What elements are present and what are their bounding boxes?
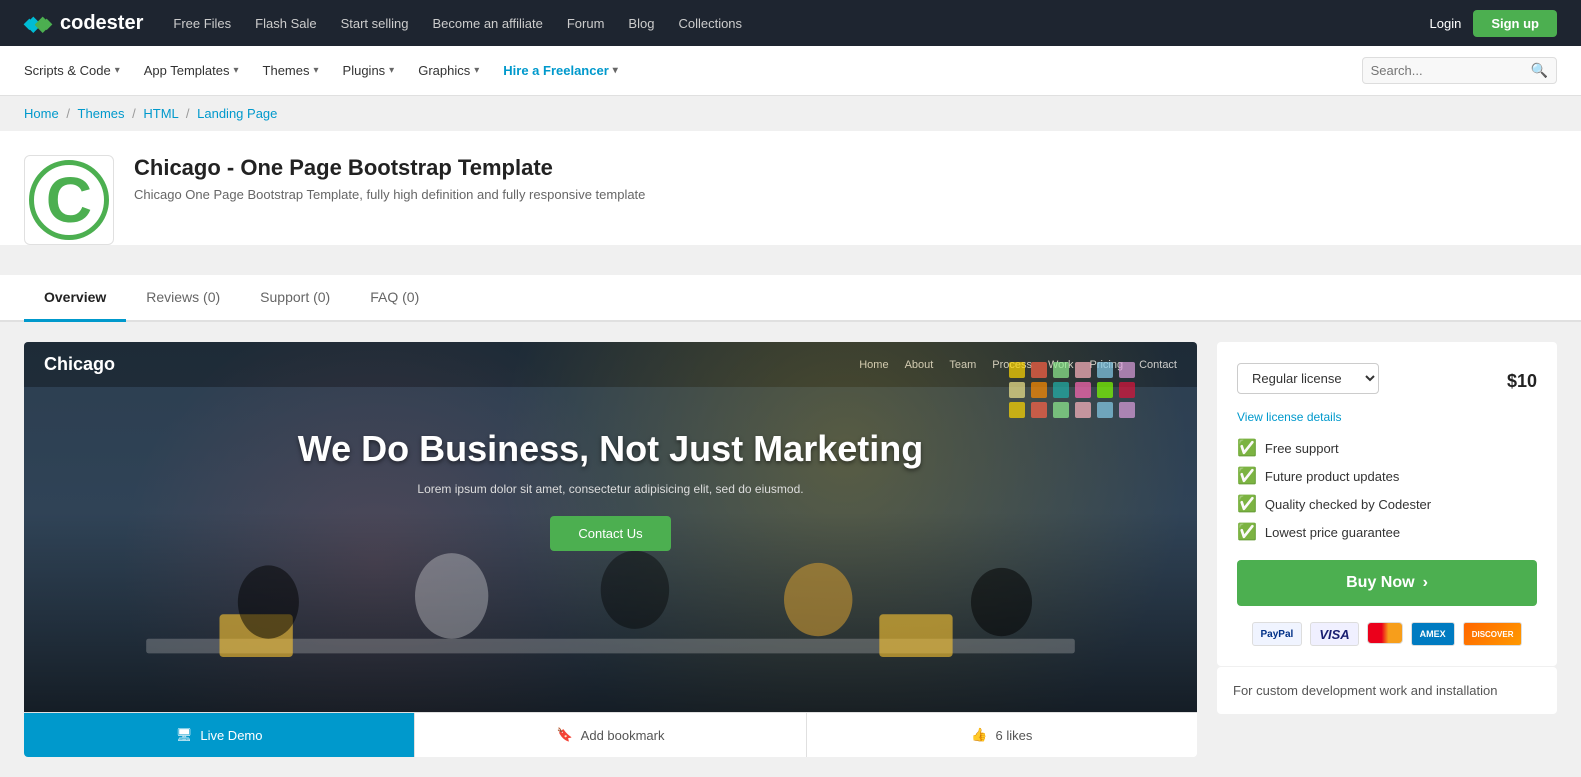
secondary-nav-items: Scripts & Code ▾ App Templates ▾ Themes … [24, 63, 618, 78]
check-icon: ✅ [1237, 494, 1257, 514]
scripts-code-nav[interactable]: Scripts & Code ▾ [24, 63, 120, 78]
arrow-right-icon: › [1423, 574, 1428, 592]
hire-freelancer-nav[interactable]: Hire a Freelancer ▾ [503, 63, 618, 78]
action-bar: 🖥 Live Demo 🔖 Add bookmark 👍 6 likes [24, 712, 1197, 757]
price-symbol: $ [1507, 371, 1517, 391]
preview-link-team: Team [949, 359, 976, 371]
app-templates-nav[interactable]: App Templates ▾ [144, 63, 239, 78]
check-icon: ✅ [1237, 522, 1257, 542]
payment-icons: PayPal VISA AMEX DISCOVER [1237, 622, 1537, 646]
purchase-header: Regular license Extended license $10 [1237, 362, 1537, 394]
preview-hero-title: We Do Business, Not Just Marketing [298, 427, 923, 470]
buy-now-button[interactable]: Buy Now › [1237, 560, 1537, 606]
plugins-nav[interactable]: Plugins ▾ [343, 63, 395, 78]
likes-button[interactable]: 👍 6 likes [807, 713, 1197, 757]
discover-icon: DISCOVER [1463, 622, 1523, 646]
graphics-nav[interactable]: Graphics ▾ [418, 63, 479, 78]
breadcrumb-separator: / [66, 106, 73, 121]
themes-nav[interactable]: Themes ▾ [263, 63, 319, 78]
preview-image: Chicago Home About Team Process Work Pri… [24, 342, 1197, 712]
tab-faq[interactable]: FAQ (0) [350, 275, 439, 322]
custom-dev-text: For custom development work and installa… [1233, 683, 1497, 698]
preview-hero-sub: Lorem ipsum dolor sit amet, consectetur … [417, 482, 803, 496]
features-list: ✅ Free support ✅ Future product updates … [1237, 438, 1537, 542]
visa-icon: VISA [1310, 622, 1358, 646]
check-icon: ✅ [1237, 466, 1257, 486]
search-input[interactable] [1371, 63, 1531, 78]
preview-link-about: About [905, 359, 934, 371]
sidebar: Regular license Extended license $10 Vie… [1217, 342, 1557, 714]
main-content: Chicago Home About Team Process Work Pri… [0, 322, 1581, 777]
preview-hero: We Do Business, Not Just Marketing Lorem… [24, 387, 1197, 591]
logo-icon: ◆◆ [24, 9, 52, 37]
bookmark-button[interactable]: 🔖 Add bookmark [415, 713, 806, 757]
chevron-down-icon: ▾ [474, 65, 479, 76]
preview-link-contact: Contact [1139, 359, 1177, 371]
product-header: C Chicago - One Page Bootstrap Template … [0, 131, 1581, 245]
start-selling-link[interactable]: Start selling [341, 16, 409, 31]
top-bar-right: Login Sign up [1430, 10, 1557, 37]
free-files-link[interactable]: Free Files [173, 16, 231, 31]
blog-link[interactable]: Blog [628, 16, 654, 31]
tab-reviews[interactable]: Reviews (0) [126, 275, 240, 322]
product-title: Chicago - One Page Bootstrap Template [134, 155, 645, 181]
custom-dev-box: For custom development work and installa… [1217, 667, 1557, 714]
breadcrumb-separator: / [132, 106, 139, 121]
price-value: 10 [1517, 371, 1537, 391]
search-box[interactable]: 🔍 [1362, 57, 1557, 84]
feature-price-guarantee: ✅ Lowest price guarantee [1237, 522, 1537, 542]
breadcrumb-separator: / [186, 106, 193, 121]
forum-link[interactable]: Forum [567, 16, 605, 31]
preview-cta-button[interactable]: Contact Us [550, 516, 670, 551]
feature-product-updates: ✅ Future product updates [1237, 466, 1537, 486]
collections-link[interactable]: Collections [678, 16, 742, 31]
chevron-down-icon: ▾ [234, 65, 239, 76]
chevron-down-icon: ▾ [314, 65, 319, 76]
chevron-down-icon: ▾ [389, 65, 394, 76]
breadcrumb-landing-page[interactable]: Landing Page [197, 106, 277, 121]
product-logo: C [24, 155, 114, 245]
price-display: $10 [1507, 362, 1537, 394]
preview-hero-content: We Do Business, Not Just Marketing Lorem… [24, 387, 1197, 591]
top-bar-left: ◆◆ codester Free Files Flash Sale Start … [24, 9, 742, 37]
chevron-down-icon: ▾ [115, 65, 120, 76]
tab-support[interactable]: Support (0) [240, 275, 350, 322]
product-preview: Chicago Home About Team Process Work Pri… [24, 342, 1197, 757]
product-logo-letter: C [29, 160, 109, 240]
breadcrumb-home[interactable]: Home [24, 106, 59, 121]
logo-text: codester [60, 12, 143, 35]
top-nav: Free Files Flash Sale Start selling Beco… [173, 16, 742, 31]
signup-button[interactable]: Sign up [1473, 10, 1557, 37]
affiliate-link[interactable]: Become an affiliate [433, 16, 543, 31]
login-button[interactable]: Login [1430, 16, 1462, 31]
live-demo-button[interactable]: 🖥 Live Demo [24, 713, 415, 757]
product-info: Chicago - One Page Bootstrap Template Ch… [134, 155, 645, 202]
bookmark-icon: 🔖 [556, 727, 572, 743]
secondary-nav: Scripts & Code ▾ App Templates ▾ Themes … [0, 46, 1581, 96]
license-select[interactable]: Regular license Extended license [1237, 363, 1379, 394]
tab-overview[interactable]: Overview [24, 275, 126, 322]
check-icon: ✅ [1237, 438, 1257, 458]
monitor-icon: 🖥 [176, 727, 193, 743]
breadcrumb-themes[interactable]: Themes [78, 106, 125, 121]
search-icon: 🔍 [1531, 62, 1548, 79]
mastercard-icon [1367, 622, 1403, 644]
thumbs-up-icon: 👍 [971, 727, 987, 743]
feature-quality-checked: ✅ Quality checked by Codester [1237, 494, 1537, 514]
paypal-icon: PayPal [1252, 622, 1303, 646]
view-license-link[interactable]: View license details [1237, 410, 1537, 424]
top-bar: ◆◆ codester Free Files Flash Sale Start … [0, 0, 1581, 46]
logo[interactable]: ◆◆ codester [24, 9, 143, 37]
preview-link-home: Home [859, 359, 888, 371]
product-description: Chicago One Page Bootstrap Template, ful… [134, 187, 645, 202]
preview-brand: Chicago [44, 354, 115, 375]
breadcrumb: Home / Themes / HTML / Landing Page [0, 96, 1581, 131]
amex-icon: AMEX [1411, 622, 1455, 646]
breadcrumb-html[interactable]: HTML [143, 106, 178, 121]
chevron-down-icon: ▾ [613, 65, 618, 76]
feature-free-support: ✅ Free support [1237, 438, 1537, 458]
flash-sale-link[interactable]: Flash Sale [255, 16, 316, 31]
tabs: Overview Reviews (0) Support (0) FAQ (0) [0, 275, 1581, 322]
purchase-box: Regular license Extended license $10 Vie… [1217, 342, 1557, 666]
